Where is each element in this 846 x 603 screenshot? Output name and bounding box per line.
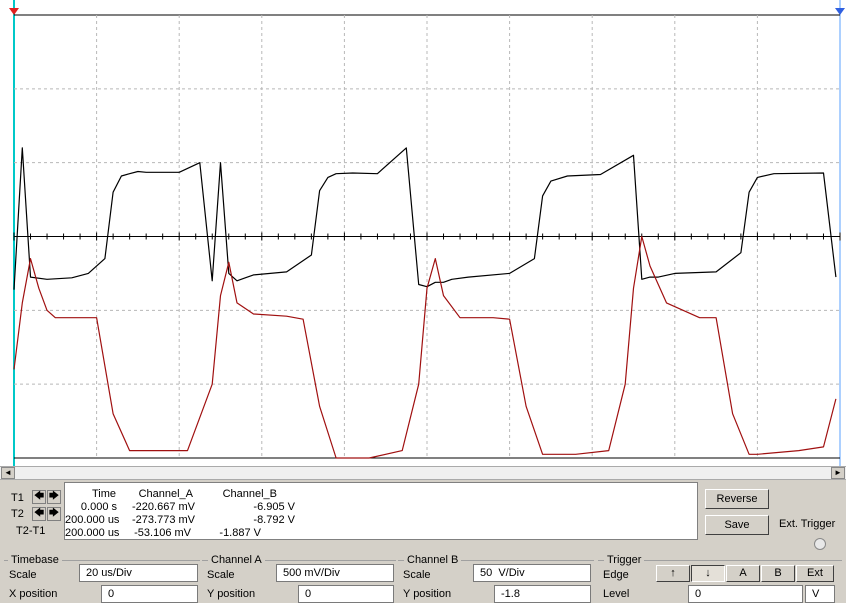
channel-a-scale-label: Scale bbox=[207, 569, 235, 581]
trigger-source-ext-button[interactable]: Ext bbox=[796, 565, 834, 582]
channel-b-scale-field[interactable]: 50 V/Div bbox=[473, 564, 591, 582]
t1-label: T1 bbox=[11, 492, 24, 504]
delta-channel-b: -1.887 V bbox=[219, 527, 261, 539]
rising-edge-button[interactable]: ↑ bbox=[656, 565, 690, 582]
timebase-title: Timebase bbox=[8, 554, 62, 566]
t1-channel-b: -6.905 V bbox=[253, 501, 295, 513]
channel-a-title: Channel A bbox=[208, 554, 265, 566]
control-panel: T1 🡄 🡆 T2 🡄 🡆 T2-T1 Time Channel_A Chann… bbox=[0, 480, 846, 603]
t1-right-arrow-icon[interactable]: 🡆 bbox=[47, 490, 61, 504]
timebase-scale-label: Scale bbox=[9, 569, 37, 581]
header-time: Time bbox=[91, 488, 116, 500]
reverse-button[interactable]: Reverse bbox=[705, 489, 769, 509]
t2-time: 200.000 us bbox=[65, 514, 120, 526]
trigger-source-a-button[interactable]: A bbox=[726, 565, 760, 582]
scroll-right-arrow-icon[interactable]: ► bbox=[831, 467, 845, 479]
channel-b-y-position-field[interactable]: -1.8 bbox=[494, 585, 591, 603]
channel-b-y-position-label: Y position bbox=[403, 588, 452, 600]
oscilloscope-display bbox=[0, 0, 846, 466]
timebase-scale-field[interactable]: 20 us/Div bbox=[79, 564, 198, 582]
cursor-readout-table: Time Channel_A Channel_B 0.000 s -220.66… bbox=[64, 482, 698, 540]
oscilloscope-screen bbox=[0, 0, 846, 466]
scroll-left-arrow-icon[interactable]: ◄ bbox=[1, 467, 15, 479]
t1-left-arrow-icon[interactable]: 🡄 bbox=[32, 490, 46, 504]
trigger-edge-label: Edge bbox=[603, 569, 629, 581]
channel-b-scale-label: Scale bbox=[403, 569, 431, 581]
trigger-level-field[interactable]: 0 bbox=[688, 585, 803, 603]
ext-trigger-connector-icon[interactable] bbox=[814, 538, 826, 550]
horizontal-scrollbar[interactable]: ◄ ► bbox=[0, 466, 846, 480]
channel-b-title: Channel B bbox=[404, 554, 462, 566]
t2-left-arrow-icon[interactable]: 🡄 bbox=[32, 507, 46, 521]
header-channel-a: Channel_A bbox=[138, 488, 193, 500]
t2-channel-a: -273.773 mV bbox=[132, 514, 195, 526]
t2-right-arrow-icon[interactable]: 🡆 bbox=[47, 507, 61, 521]
x-position-label: X position bbox=[9, 588, 58, 600]
t2-channel-b: -8.792 V bbox=[253, 514, 295, 526]
falling-edge-button[interactable]: ↓ bbox=[691, 565, 725, 582]
trigger-level-unit-field[interactable]: V bbox=[805, 585, 835, 603]
t2-label: T2 bbox=[11, 508, 24, 520]
save-button[interactable]: Save bbox=[705, 515, 769, 535]
channel-a-y-position-field[interactable]: 0 bbox=[298, 585, 394, 603]
delta-channel-a: -53.106 mV bbox=[134, 527, 191, 539]
channel-a-scale-field[interactable]: 500 mV/Div bbox=[276, 564, 394, 582]
ext-trigger-label: Ext. Trigger bbox=[779, 518, 836, 530]
trigger-source-b-button[interactable]: B bbox=[761, 565, 795, 582]
trigger-level-label: Level bbox=[603, 588, 630, 600]
header-channel-b: Channel_B bbox=[222, 488, 277, 500]
channel-a-y-position-label: Y position bbox=[207, 588, 256, 600]
trigger-title: Trigger bbox=[604, 554, 645, 566]
t1-channel-a: -220.667 mV bbox=[132, 501, 195, 513]
t1-time: 0.000 s bbox=[80, 501, 117, 513]
x-position-field[interactable]: 0 bbox=[101, 585, 198, 603]
delta-time: 200.000 us bbox=[65, 527, 120, 539]
t2-t1-label: T2-T1 bbox=[16, 525, 46, 537]
